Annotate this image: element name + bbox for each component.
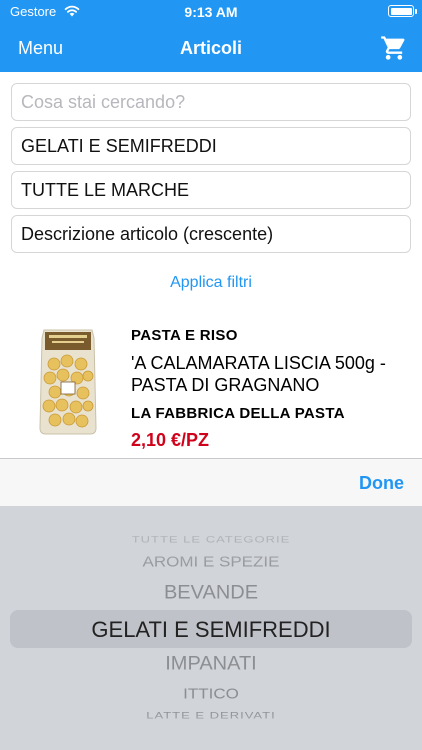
status-bar: Gestore 9:13 AM [0,0,422,24]
done-button[interactable]: Done [359,473,404,494]
page-title: Articoli [179,38,242,58]
product-list-item[interactable]: PASTA E RISO 'A CALAMARATA LISCIA 500g -… [0,318,422,458]
picker-option[interactable]: IMPANATI [0,654,422,676]
picker-option[interactable]: BEVANDE [0,583,422,605]
search-input[interactable] [11,83,411,121]
product-price: 2,10 €/PZ [131,430,210,450]
picker-option[interactable]: TUTTE LE CATEGORIE [0,534,422,545]
product-category: PASTA E RISO [131,327,238,344]
category-picker-wheel[interactable]: TUTTE LE CATEGORIE AROMI E SPEZIE BEVAND… [0,506,422,750]
product-brand: LA FABBRICA DELLA PASTA [131,405,345,422]
product-image [39,329,97,435]
product-name: 'A CALAMARATA LISCIA 500g - PASTA DI GRA… [131,353,386,395]
brand-select[interactable]: TUTTE LE MARCHE [11,171,411,209]
status-time: 9:13 AM [184,4,238,20]
navigation-bar: Menu Articoli [0,24,422,72]
apply-filters-button[interactable]: Applica filtri [0,274,422,292]
category-select[interactable]: GELATI E SEMIFREDDI [11,127,411,165]
picker-toolbar: Done [0,458,422,506]
picker-option[interactable]: AROMI E SPEZIE [0,553,422,571]
top-bar: Gestore 9:13 AM Menu Articoli [0,0,422,72]
picker-option[interactable]: ITTICO [0,685,422,703]
picker-option[interactable]: LATTE E DERIVATI [0,710,422,721]
picker-option-selected[interactable]: GELATI E SEMIFREDDI [0,617,422,643]
battery-icon [388,5,417,17]
sort-select[interactable]: Descrizione articolo (crescente) [11,215,411,253]
cart-icon[interactable] [380,34,408,62]
